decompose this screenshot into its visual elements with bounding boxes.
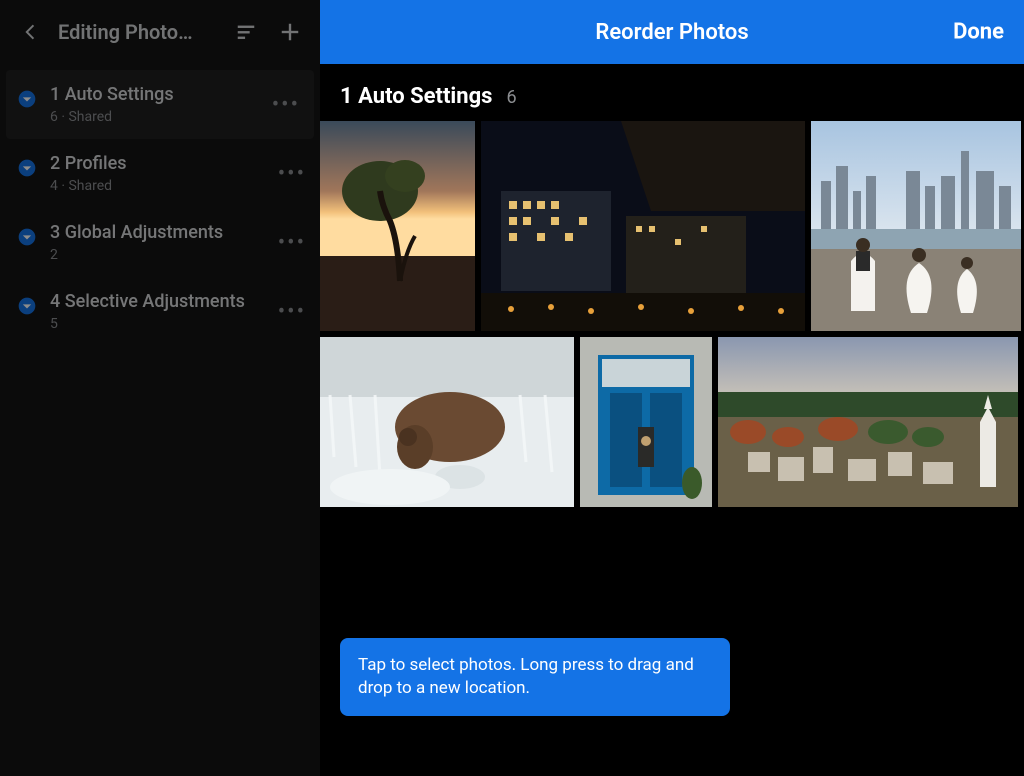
album-item-selective-adjustments[interactable]: 4 Selective Adjustments 5 ••• xyxy=(0,277,320,346)
chevron-down-icon xyxy=(16,88,38,110)
album-list: 1 Auto Settings 6 · Shared ••• 2 Profile… xyxy=(0,64,320,346)
photo-thumb[interactable] xyxy=(580,337,712,507)
album-title: 1 Auto Settings xyxy=(50,84,300,105)
chevron-down-icon xyxy=(16,295,38,317)
chevron-down-icon xyxy=(16,226,38,248)
photo-grid xyxy=(320,121,1024,507)
hint-toast: Tap to select photos. Long press to drag… xyxy=(340,638,730,716)
app-root: Editing Photo… 1 Auto Settings 6 · Share… xyxy=(0,0,1024,776)
album-item-global-adjustments[interactable]: 3 Global Adjustments 2 ••• xyxy=(0,208,320,277)
page-title: Reorder Photos xyxy=(595,20,748,45)
photo-thumb[interactable] xyxy=(320,121,475,331)
more-icon[interactable]: ••• xyxy=(278,299,306,324)
chevron-down-icon xyxy=(16,157,38,179)
sidebar-header: Editing Photo… xyxy=(0,0,320,64)
done-button[interactable]: Done xyxy=(953,20,1004,45)
photo-thumb[interactable] xyxy=(320,337,574,507)
album-item-profiles[interactable]: 2 Profiles 4 · Shared ••• xyxy=(0,139,320,208)
more-icon[interactable]: ••• xyxy=(278,161,306,186)
album-meta: 5 xyxy=(50,316,306,332)
more-icon[interactable]: ••• xyxy=(272,92,300,117)
photo-thumb[interactable] xyxy=(811,121,1021,331)
album-meta: 4 · Shared xyxy=(50,178,306,194)
section-header: 1 Auto Settings 6 xyxy=(320,64,1024,121)
back-icon[interactable] xyxy=(14,16,46,48)
album-item-auto-settings[interactable]: 1 Auto Settings 6 · Shared ••• xyxy=(6,70,314,139)
more-icon[interactable]: ••• xyxy=(278,230,306,255)
album-meta: 6 · Shared xyxy=(50,109,300,125)
photo-thumb[interactable] xyxy=(481,121,805,331)
album-meta: 2 xyxy=(50,247,306,263)
main-header: Reorder Photos Done xyxy=(320,0,1024,64)
main-panel: Reorder Photos Done 1 Auto Settings 6 xyxy=(320,0,1024,776)
album-title: 2 Profiles xyxy=(50,153,306,174)
sidebar: Editing Photo… 1 Auto Settings 6 · Share… xyxy=(0,0,320,776)
section-name: 1 Auto Settings xyxy=(340,84,492,109)
album-title: 4 Selective Adjustments xyxy=(50,291,306,312)
add-icon[interactable] xyxy=(274,16,306,48)
section-count: 6 xyxy=(506,87,516,108)
sidebar-title: Editing Photo… xyxy=(58,20,218,44)
album-title: 3 Global Adjustments xyxy=(50,222,306,243)
sort-icon[interactable] xyxy=(230,16,262,48)
photo-thumb[interactable] xyxy=(718,337,1018,507)
